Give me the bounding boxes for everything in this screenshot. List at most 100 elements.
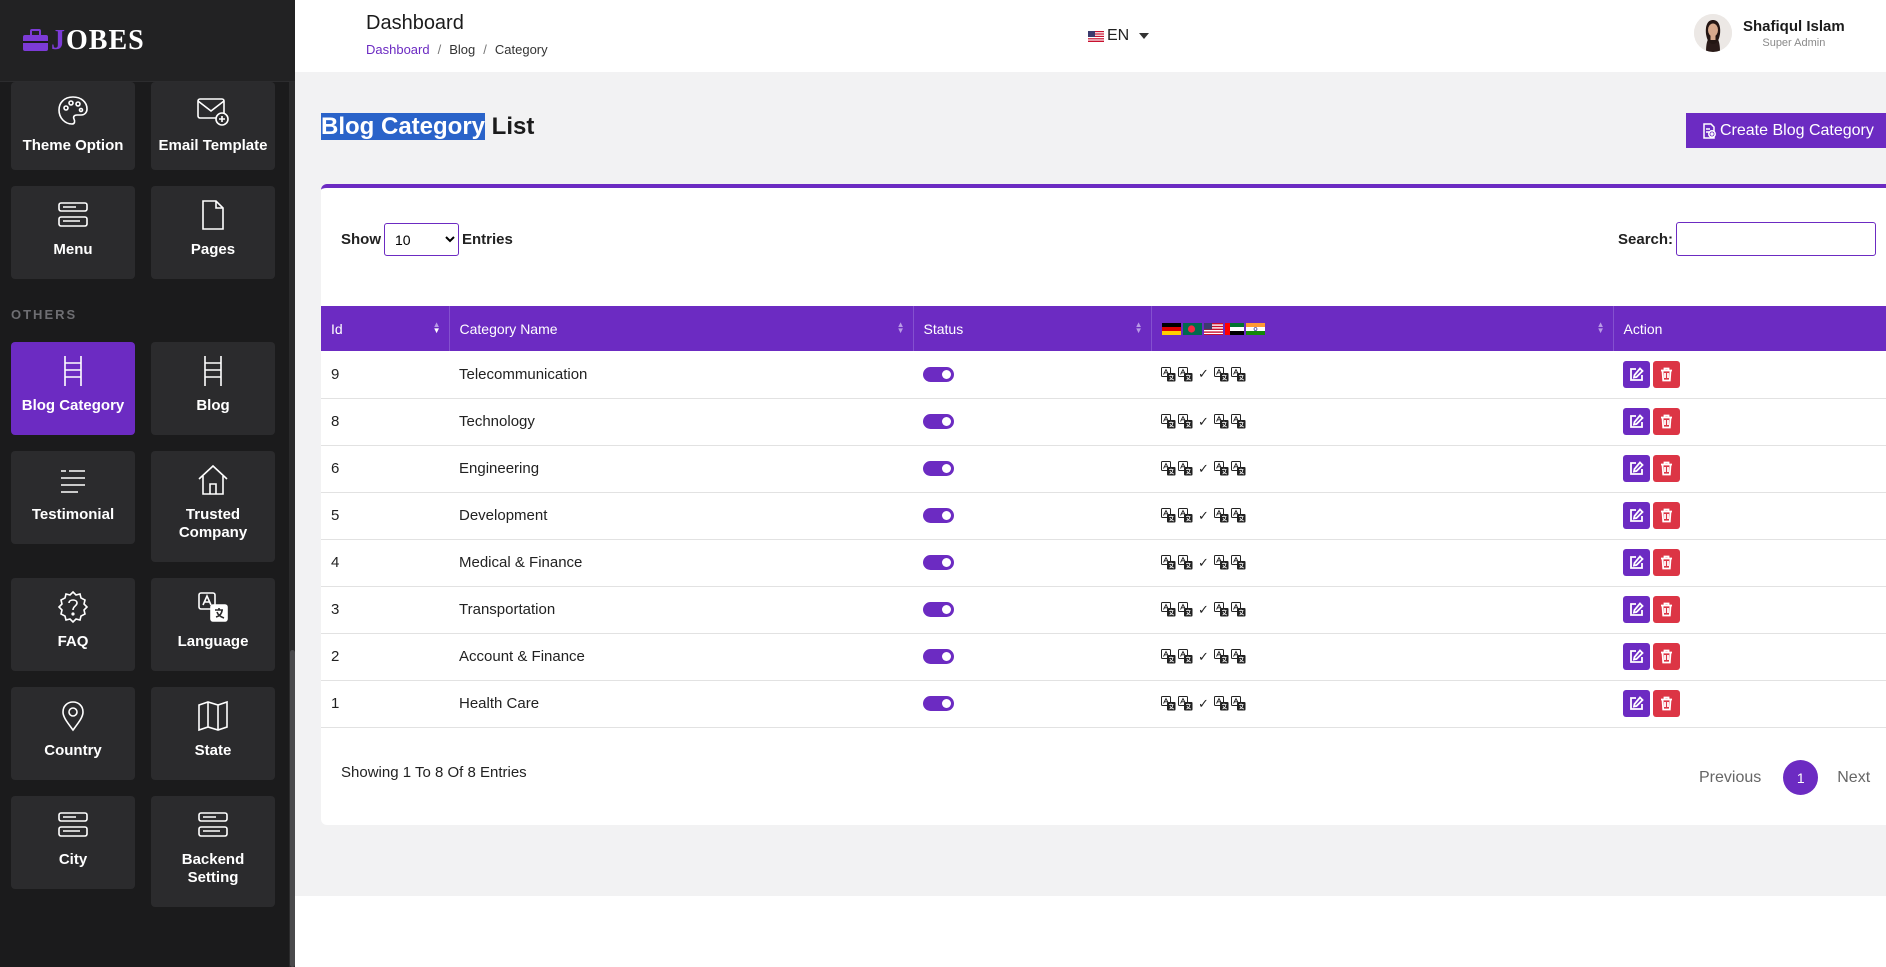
list-card-icon <box>198 812 228 837</box>
translate-icon[interactable] <box>1230 366 1246 382</box>
edit-button[interactable] <box>1623 455 1650 482</box>
edit-icon <box>1630 414 1644 428</box>
sidebar-item-country[interactable]: Country <box>11 687 135 780</box>
row-id: 4 <box>331 554 340 571</box>
sidebar-item-blog-category[interactable]: Blog Category <box>11 342 135 435</box>
translation-links: ✓ <box>1161 696 1613 712</box>
delete-button[interactable] <box>1653 408 1680 435</box>
translate-icon[interactable] <box>1230 696 1246 711</box>
status-toggle[interactable] <box>923 696 954 711</box>
sidebar-item-faq[interactable]: FAQ <box>11 578 135 671</box>
entries-select[interactable]: 10 <box>384 223 459 256</box>
row-id: 6 <box>331 460 340 477</box>
translate-icon[interactable] <box>1178 366 1193 382</box>
language-selector[interactable]: EN <box>1088 27 1150 45</box>
delete-button[interactable] <box>1653 596 1680 623</box>
status-toggle[interactable] <box>923 508 954 523</box>
status-toggle[interactable] <box>923 414 954 429</box>
edit-button[interactable] <box>1623 596 1650 623</box>
translate-icon[interactable] <box>1230 602 1246 617</box>
translate-icon[interactable] <box>1161 649 1176 664</box>
column-header-languages[interactable]: ▲ ▼ <box>1151 306 1614 351</box>
delete-button[interactable] <box>1653 455 1680 482</box>
translate-icon[interactable] <box>1230 414 1246 429</box>
translate-icon[interactable] <box>1213 414 1229 429</box>
sidebar-item-menu[interactable]: Menu <box>11 186 135 279</box>
translate-icon[interactable] <box>1161 555 1176 570</box>
translate-icon[interactable] <box>1213 555 1229 570</box>
app-logo[interactable]: JOBES <box>51 25 145 57</box>
translate-icon[interactable] <box>1178 461 1193 476</box>
translate-icon[interactable] <box>1213 602 1229 617</box>
translate-icon[interactable] <box>1178 555 1193 570</box>
row-id: 3 <box>331 601 340 618</box>
sidebar-item-theme-option[interactable]: Theme Option <box>11 82 135 170</box>
map-pin-icon <box>62 701 84 732</box>
create-blog-category-button[interactable]: Create Blog Category <box>1686 113 1886 148</box>
breadcrumb-link-dashboard[interactable]: Dashboard <box>366 42 430 57</box>
translate-icon[interactable] <box>1161 602 1176 617</box>
column-header-status[interactable]: Status ▲ ▼ <box>913 306 1152 351</box>
translate-icon[interactable] <box>1161 366 1176 382</box>
sidebar-item-pages[interactable]: Pages <box>151 186 275 279</box>
cell-status <box>913 398 1151 446</box>
translate-icon[interactable] <box>1161 461 1176 476</box>
status-toggle[interactable] <box>923 649 954 664</box>
delete-button[interactable] <box>1653 360 1680 388</box>
translate-icon[interactable] <box>1161 414 1176 429</box>
translate-icon <box>198 592 228 622</box>
translate-icon[interactable] <box>1178 602 1193 617</box>
status-toggle[interactable] <box>923 461 954 476</box>
table-row: 1 Health Care ✓ <box>321 680 1886 728</box>
translate-icon[interactable] <box>1213 649 1229 664</box>
edit-button[interactable] <box>1623 643 1650 670</box>
sidebar-item-testimonial[interactable]: Testimonial <box>11 451 135 544</box>
search-input[interactable] <box>1676 222 1877 256</box>
row-actions <box>1623 596 1886 623</box>
edit-button[interactable] <box>1623 408 1650 435</box>
sidebar-item-email-template[interactable]: Email Template <box>151 82 275 170</box>
user-menu[interactable]: Shafiqul Islam Super Admin <box>1694 14 1845 52</box>
edit-button[interactable] <box>1623 549 1650 576</box>
user-name: Shafiqul Islam <box>1743 17 1845 35</box>
delete-button[interactable] <box>1653 549 1680 576</box>
column-header-id[interactable]: Id ▲ ▼ <box>321 306 450 351</box>
edit-button[interactable] <box>1623 360 1650 388</box>
column-header-category-name[interactable]: Category Name ▲ ▼ <box>449 306 914 351</box>
translate-icon[interactable] <box>1161 508 1176 523</box>
pagination-previous[interactable]: Previous <box>1699 769 1761 787</box>
sidebar-item-city[interactable]: City <box>11 796 135 889</box>
add-document-icon <box>1703 122 1716 139</box>
trash-icon <box>1661 508 1672 523</box>
edit-button[interactable] <box>1623 690 1650 717</box>
translate-icon[interactable] <box>1178 508 1193 523</box>
sidebar-item-trusted-company[interactable]: Trusted Company <box>151 451 275 562</box>
delete-button[interactable] <box>1653 643 1680 670</box>
translate-icon[interactable] <box>1213 696 1229 711</box>
sidebar-item-state[interactable]: State <box>151 687 275 780</box>
translate-icon[interactable] <box>1213 366 1229 382</box>
translate-icon[interactable] <box>1178 414 1193 429</box>
sidebar-item-blog[interactable]: Blog <box>151 342 275 435</box>
translate-icon[interactable] <box>1230 461 1246 476</box>
translate-icon[interactable] <box>1161 696 1176 711</box>
pagination-page-1[interactable]: 1 <box>1783 760 1819 795</box>
status-toggle[interactable] <box>923 555 954 570</box>
delete-button[interactable] <box>1653 690 1680 717</box>
row-actions <box>1623 408 1886 435</box>
edit-button[interactable] <box>1623 502 1650 529</box>
status-toggle[interactable] <box>923 366 954 382</box>
translate-icon[interactable] <box>1230 649 1246 664</box>
translate-icon[interactable] <box>1213 508 1229 523</box>
sidebar-item-language[interactable]: Language <box>151 578 275 671</box>
delete-button[interactable] <box>1653 502 1680 529</box>
status-toggle[interactable] <box>923 602 954 617</box>
translate-icon[interactable] <box>1230 555 1246 570</box>
translate-icon[interactable] <box>1178 696 1193 711</box>
translate-icon[interactable] <box>1230 508 1246 523</box>
translate-icon[interactable] <box>1213 461 1229 476</box>
cell-id: 8 <box>321 398 449 446</box>
translate-icon[interactable] <box>1178 649 1193 664</box>
pagination-next[interactable]: Next <box>1837 769 1870 787</box>
sidebar-item-backend-setting[interactable]: Backend Setting <box>151 796 275 907</box>
